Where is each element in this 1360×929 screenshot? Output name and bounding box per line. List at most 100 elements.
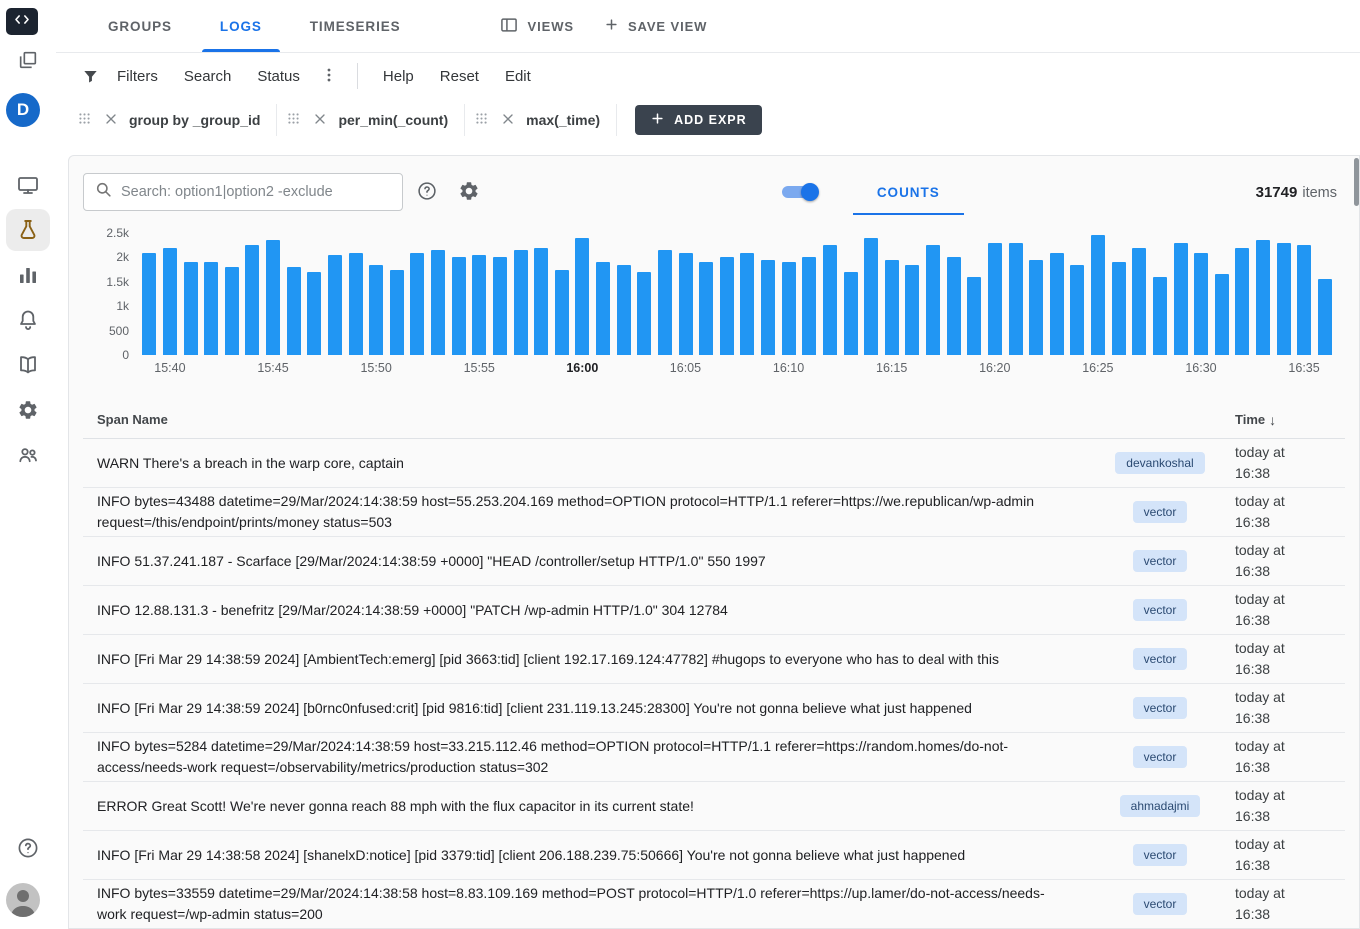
log-row[interactable]: WARN There's a breach in the warp core, …	[83, 439, 1345, 488]
service-badge[interactable]: devankoshal	[1115, 452, 1204, 474]
tab-groups[interactable]: GROUPS	[84, 0, 196, 52]
edit-button[interactable]: Edit	[492, 60, 544, 93]
chart-bar[interactable]	[1112, 262, 1126, 355]
tab-timeseries[interactable]: TIMESERIES	[286, 0, 425, 52]
log-row[interactable]: INFO [Fri Mar 29 14:38:59 2024] [b0rnc0n…	[83, 684, 1345, 733]
chart-bar[interactable]	[761, 260, 775, 355]
chart-bar[interactable]	[1256, 240, 1270, 355]
log-row[interactable]: INFO bytes=33559 datetime=29/Mar/2024:14…	[83, 880, 1345, 928]
chart-bar[interactable]	[349, 253, 363, 355]
status-menu-button[interactable]: Status	[244, 60, 313, 93]
tab-logs[interactable]: LOGS	[196, 0, 286, 52]
chart-bar[interactable]	[1050, 253, 1064, 355]
chart-bar[interactable]	[1297, 245, 1311, 355]
tab-counts[interactable]: COUNTS	[853, 169, 964, 215]
sidebar-item-flask[interactable]	[6, 209, 50, 251]
chart-bar[interactable]	[740, 253, 754, 355]
chart-bar[interactable]	[307, 272, 321, 355]
chart-bar[interactable]	[431, 250, 445, 355]
log-row[interactable]: INFO 51.37.241.187 - Scarface [29/Mar/20…	[83, 537, 1345, 586]
sidebar-item-people[interactable]	[6, 434, 50, 476]
chart-bar[interactable]	[823, 245, 837, 355]
chart-bar[interactable]	[555, 270, 569, 355]
chart-bar[interactable]	[679, 253, 693, 355]
log-row[interactable]: ERROR Great Scott! We're never gonna rea…	[83, 782, 1345, 831]
service-badge[interactable]: vector	[1133, 599, 1188, 621]
sidebar-item-monitor[interactable]	[6, 164, 50, 206]
chart-bar[interactable]	[163, 248, 177, 355]
sidebar-item-help[interactable]	[6, 827, 50, 869]
chart-bar[interactable]	[637, 272, 651, 355]
sidebar-item-gear[interactable]	[6, 389, 50, 431]
chart-bar[interactable]	[204, 262, 218, 355]
drag-handle[interactable]	[283, 108, 304, 132]
log-row[interactable]: INFO [Fri Mar 29 14:38:58 2024] [shanelx…	[83, 831, 1345, 880]
service-badge[interactable]: vector	[1133, 697, 1188, 719]
search-menu-button[interactable]: Search	[171, 60, 245, 93]
chart-bar[interactable]	[1009, 243, 1023, 355]
chart-bar[interactable]	[905, 265, 919, 355]
column-header-time[interactable]: Time ↓	[1235, 412, 1341, 428]
service-badge[interactable]: vector	[1133, 550, 1188, 572]
chart-bar[interactable]	[534, 248, 548, 355]
chart-bar[interactable]	[988, 243, 1002, 355]
log-row[interactable]: INFO [Fri Mar 29 14:38:59 2024] [Ambient…	[83, 635, 1345, 684]
chart-bar[interactable]	[1174, 243, 1188, 355]
save-view-button[interactable]: SAVE VIEW	[596, 11, 715, 41]
code-editor-button[interactable]	[6, 8, 38, 35]
chart-bar[interactable]	[472, 255, 486, 355]
log-row[interactable]: INFO bytes=43488 datetime=29/Mar/2024:14…	[83, 488, 1345, 537]
remove-expression-button[interactable]	[497, 108, 519, 133]
chart-bar[interactable]	[452, 257, 466, 355]
chart-bar[interactable]	[926, 245, 940, 355]
chart-bar[interactable]	[1318, 279, 1332, 355]
chart-bar[interactable]	[699, 262, 713, 355]
remove-expression-button[interactable]	[100, 108, 122, 133]
drag-handle[interactable]	[74, 108, 95, 132]
sidebar-item-windows[interactable]	[6, 39, 50, 81]
chart-bar[interactable]	[658, 250, 672, 355]
chart-bar[interactable]	[142, 253, 156, 355]
sidebar-item-book[interactable]	[6, 344, 50, 386]
chart-bar[interactable]	[1091, 235, 1105, 355]
chart-toggle[interactable]	[779, 183, 819, 201]
add-expr-button[interactable]: ADD EXPR	[635, 105, 762, 135]
chart-bar[interactable]	[885, 260, 899, 355]
chart-bar[interactable]	[184, 262, 198, 355]
sidebar-item-bell[interactable]	[6, 299, 50, 341]
chart-bar[interactable]	[287, 267, 301, 355]
chart-bar[interactable]	[1277, 243, 1291, 355]
chart-bar[interactable]	[575, 238, 589, 355]
chart-bar[interactable]	[1215, 274, 1229, 355]
chart-bar[interactable]	[1194, 253, 1208, 355]
chart-bar[interactable]	[967, 277, 981, 355]
drag-handle[interactable]	[471, 108, 492, 132]
chart-bar[interactable]	[266, 240, 280, 355]
user-avatar[interactable]	[6, 883, 40, 917]
chart-bar[interactable]	[802, 257, 816, 355]
chart-bar[interactable]	[596, 262, 610, 355]
chart-bar[interactable]	[1235, 248, 1249, 355]
chart-bar[interactable]	[369, 265, 383, 355]
sidebar-item-bar-chart[interactable]	[6, 254, 50, 296]
search-help-button[interactable]	[409, 174, 445, 210]
search-input[interactable]	[121, 184, 392, 200]
service-badge[interactable]: vector	[1133, 501, 1188, 523]
views-button[interactable]: VIEWS	[491, 9, 582, 44]
chart-bar[interactable]	[1132, 248, 1146, 355]
chart-bar[interactable]	[328, 255, 342, 355]
help-button[interactable]: Help	[370, 60, 427, 93]
log-row[interactable]: INFO bytes=5284 datetime=29/Mar/2024:14:…	[83, 733, 1345, 782]
service-badge[interactable]: vector	[1133, 893, 1188, 915]
scrollbar-thumb[interactable]	[1354, 158, 1359, 206]
chart-bar[interactable]	[1070, 265, 1084, 355]
chart-bar[interactable]	[1029, 260, 1043, 355]
chart-bar[interactable]	[844, 272, 858, 355]
more-options-button[interactable]	[313, 59, 345, 94]
service-badge[interactable]: vector	[1133, 746, 1188, 768]
search-settings-button[interactable]	[451, 174, 487, 210]
chart-bar[interactable]	[782, 262, 796, 355]
service-badge[interactable]: vector	[1133, 844, 1188, 866]
chart-bar[interactable]	[245, 245, 259, 355]
service-badge[interactable]: ahmadajmi	[1120, 795, 1201, 817]
